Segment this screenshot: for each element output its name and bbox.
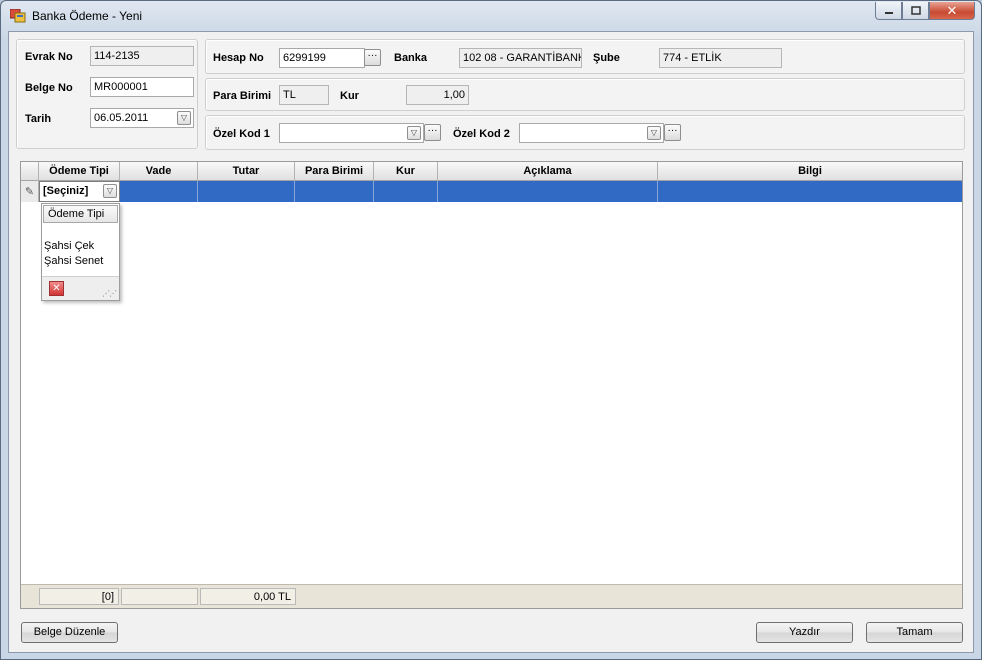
belge-duzenle-button[interactable]: Belge Düzenle (21, 622, 118, 643)
dropdown-footer: ✕ ⋰⋰ (42, 276, 119, 300)
ozel-kod1-combo[interactable]: ▽ (279, 123, 424, 143)
belge-no-label: Belge No (25, 82, 73, 94)
hesap-no-field[interactable]: 6299199 (279, 48, 365, 68)
minimize-button[interactable] (875, 2, 902, 20)
evrak-no-label: Evrak No (25, 51, 73, 63)
para-birimi-field[interactable]: TL (279, 85, 329, 105)
column-header-kur[interactable]: Kur (374, 162, 438, 181)
vade-cell[interactable] (120, 181, 198, 202)
dropdown-option-sahsi-cek[interactable]: Şahsi Çek (44, 240, 94, 252)
dropdown-option-sahsi-senet[interactable]: Şahsi Senet (44, 255, 103, 267)
odeme-tipi-dropdown: Ödeme Tipi Şahsi Çek Şahsi Senet ✕ ⋰⋰ (41, 203, 120, 301)
window: Banka Ödeme - Yeni ✕ Evrak No 114-2135 B… (0, 0, 982, 660)
currency-panel: Para Birimi TL Kur 1,00 (205, 78, 965, 111)
tarih-date-picker[interactable]: 06.05.2011 ▽ (90, 108, 194, 128)
column-header-bilgi[interactable]: Bilgi (658, 162, 962, 181)
window-title: Banka Ödeme - Yeni (32, 9, 143, 23)
chevron-down-icon[interactable]: ▽ (647, 126, 661, 140)
footer-total: 0,00 TL (200, 588, 296, 605)
column-header-aciklama[interactable]: Açıklama (438, 162, 658, 181)
table-row[interactable]: ✎ [Seçiniz] ▽ (21, 181, 962, 202)
payment-grid[interactable]: Ödeme Tipi Vade Tutar Para Birimi Kur Aç… (20, 161, 963, 609)
maximize-button[interactable] (902, 2, 929, 20)
resize-grip-icon[interactable]: ⋰⋰ (102, 289, 117, 298)
row-indicator-header (21, 162, 39, 181)
yazdir-button[interactable]: Yazdır (756, 622, 853, 643)
para-birimi-label: Para Birimi (213, 90, 272, 102)
column-header-para-birimi[interactable]: Para Birimi (295, 162, 374, 181)
chevron-down-icon[interactable]: ▽ (177, 111, 191, 125)
close-icon: ✕ (946, 2, 958, 18)
belge-no-field[interactable]: MR000001 (90, 77, 194, 97)
document-info-panel: Evrak No 114-2135 Belge No MR000001 Tari… (16, 39, 198, 149)
ozel-kod2-label: Özel Kod 2 (453, 128, 510, 140)
pencil-icon: ✎ (24, 186, 35, 198)
ozel-kod1-label: Özel Kod 1 (213, 128, 270, 140)
dropdown-header: Ödeme Tipi (43, 205, 118, 223)
kur-cell[interactable] (374, 181, 438, 202)
chevron-down-icon[interactable]: ▽ (407, 126, 421, 140)
close-icon: ✕ (52, 283, 61, 294)
odeme-tipi-value: [Seçiniz] (43, 185, 89, 197)
column-header-vade[interactable]: Vade (120, 162, 198, 181)
close-button[interactable]: ✕ (929, 2, 975, 20)
footer-count: [0] (39, 588, 119, 605)
ozel-kod2-combo[interactable]: ▽ (519, 123, 664, 143)
grid-header: Ödeme Tipi Vade Tutar Para Birimi Kur Aç… (21, 162, 962, 181)
hesap-no-label: Hesap No (213, 52, 264, 64)
footer-vade (121, 588, 198, 605)
grid-footer: [0] 0,00 TL (21, 584, 962, 608)
sube-field[interactable]: 774 - ETLİK (659, 48, 782, 68)
aciklama-cell[interactable] (438, 181, 658, 202)
column-header-tutar[interactable]: Tutar (198, 162, 295, 181)
maximize-icon (910, 6, 921, 15)
account-panel: Hesap No 6299199 ··· Banka 102 08 - GARA… (205, 39, 965, 74)
special-code-panel: Özel Kod 1 ▽ ··· Özel Kod 2 ▽ ··· (205, 115, 965, 150)
ozel-kod1-lookup-button[interactable]: ··· (424, 124, 441, 141)
tutar-cell[interactable] (198, 181, 295, 202)
minimize-icon (884, 11, 893, 14)
form-body: Evrak No 114-2135 Belge No MR000001 Tari… (8, 31, 974, 653)
para-birimi-cell[interactable] (295, 181, 374, 202)
kur-field[interactable]: 1,00 (406, 85, 469, 105)
odeme-tipi-combo[interactable]: [Seçiniz] ▽ (39, 181, 120, 202)
sube-label: Şube (593, 52, 620, 64)
hesap-lookup-button[interactable]: ··· (364, 49, 381, 66)
evrak-no-field[interactable]: 114-2135 (90, 46, 194, 66)
bilgi-cell[interactable] (658, 181, 962, 202)
ellipsis-icon: ··· (667, 125, 678, 136)
kur-label: Kur (340, 90, 359, 102)
title-bar: Banka Ödeme - Yeni ✕ (1, 1, 981, 31)
tamam-button[interactable]: Tamam (866, 622, 963, 643)
ellipsis-icon: ··· (427, 125, 438, 136)
ozel-kod2-lookup-button[interactable]: ··· (664, 124, 681, 141)
clear-button[interactable]: ✕ (49, 281, 64, 296)
ellipsis-icon: ··· (367, 50, 378, 61)
tarih-value: 06.05.2011 (94, 112, 149, 124)
tarih-label: Tarih (25, 113, 52, 125)
app-icon (10, 9, 26, 23)
chevron-down-icon[interactable]: ▽ (103, 184, 117, 198)
row-indicator: ✎ (21, 181, 39, 202)
column-header-odeme-tipi[interactable]: Ödeme Tipi (39, 162, 120, 181)
banka-label: Banka (394, 52, 428, 64)
banka-field[interactable]: 102 08 - GARANTİBANK (459, 48, 582, 68)
